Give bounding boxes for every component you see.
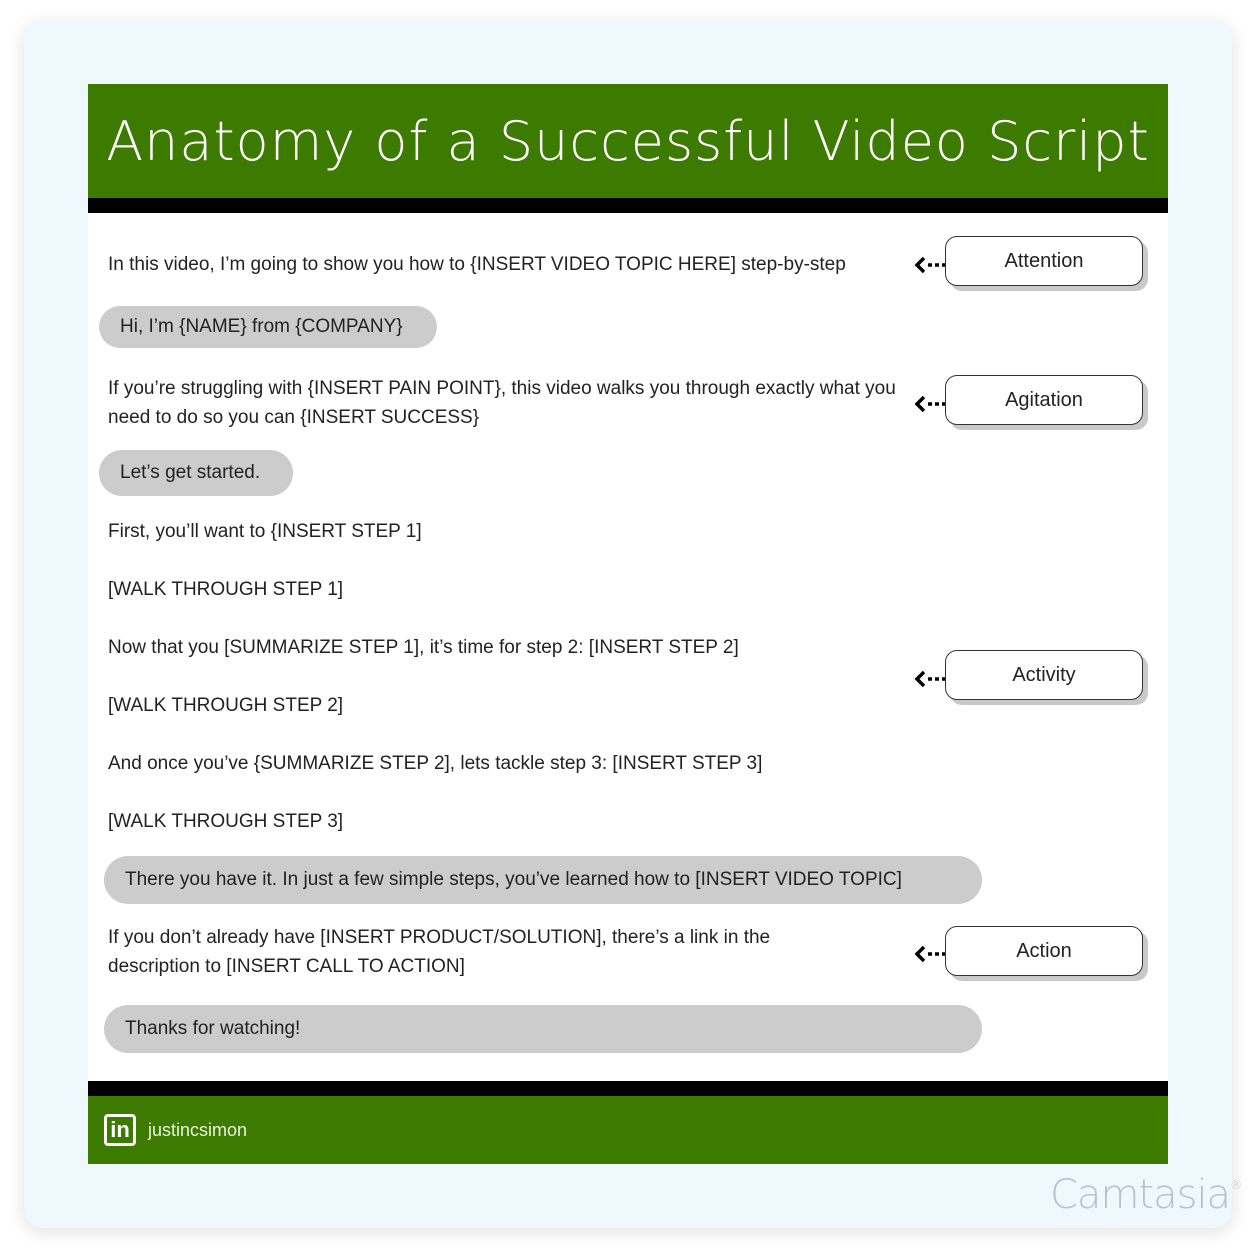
script-pill-greeting: Hi, I’m {NAME} from {COMPANY} <box>99 306 437 348</box>
footer-banner: in justincsimon <box>88 1096 1168 1164</box>
infographic: Anatomy of a Successful Video Script In … <box>88 84 1168 1164</box>
script-pill-thanks: Thanks for watching! <box>104 1005 982 1053</box>
watermark-text: Camtasia <box>1050 1172 1231 1218</box>
tag-label: Attention <box>1004 249 1084 272</box>
script-line-step2: Now that you [SUMMARIZE STEP 1], it’s ti… <box>108 637 739 658</box>
dotted-arrow-left-icon <box>914 945 945 963</box>
script-line-walk-step2: [WALK THROUGH STEP 2] <box>108 695 344 716</box>
linkedin-handle: justincsimon <box>148 1119 248 1140</box>
dotted-arrow-left-icon <box>914 256 945 274</box>
script-pill-get-started: Let’s get started. <box>99 450 293 496</box>
script-line-pain-point: If you’re struggling with {INSERT PAIN P… <box>108 378 896 428</box>
tag-label: Activity <box>1012 663 1076 686</box>
stage-tag-agitation: Agitation <box>945 375 1143 425</box>
pill-text: Let’s get started. <box>120 462 261 483</box>
script-line-walk-step1: [WALK THROUGH STEP 1] <box>108 579 344 600</box>
script-line-cta: If you don’t already have [INSERT PRODUC… <box>108 927 771 977</box>
dotted-arrow-left-icon <box>914 670 945 688</box>
stage-tag-action: Action <box>945 926 1143 976</box>
script-line-intro: In this video, I’m going to show you how… <box>108 254 846 275</box>
divider-top <box>88 198 1168 213</box>
pill-text: Thanks for watching! <box>125 1018 301 1039</box>
pill-text: There you have it. In just a few simple … <box>125 869 902 890</box>
linkedin-icon: in <box>104 1114 136 1146</box>
dotted-arrow-left-icon <box>914 395 945 413</box>
title-banner: Anatomy of a Successful Video Script <box>88 84 1168 198</box>
page-title: Anatomy of a Successful Video Script <box>106 109 1150 173</box>
script-line-step3: And once you’ve {SUMMARIZE STEP 2], lets… <box>108 753 763 774</box>
tag-label: Agitation <box>1005 388 1083 411</box>
script-pill-recap: There you have it. In just a few simple … <box>104 856 982 904</box>
stage-tag-activity: Activity <box>945 650 1143 700</box>
script-line-walk-step3: [WALK THROUGH STEP 3] <box>108 811 344 832</box>
divider-bottom <box>88 1081 1168 1096</box>
registered-mark: ® <box>1230 1178 1242 1192</box>
pill-text: Hi, I’m {NAME} from {COMPANY} <box>120 316 403 337</box>
stage-tag-attention: Attention <box>945 236 1143 286</box>
camtasia-watermark: Camtasia® <box>1050 1172 1242 1218</box>
tag-label: Action <box>1016 939 1072 962</box>
script-line-step1: First, you’ll want to {INSERT STEP 1] <box>108 521 422 542</box>
